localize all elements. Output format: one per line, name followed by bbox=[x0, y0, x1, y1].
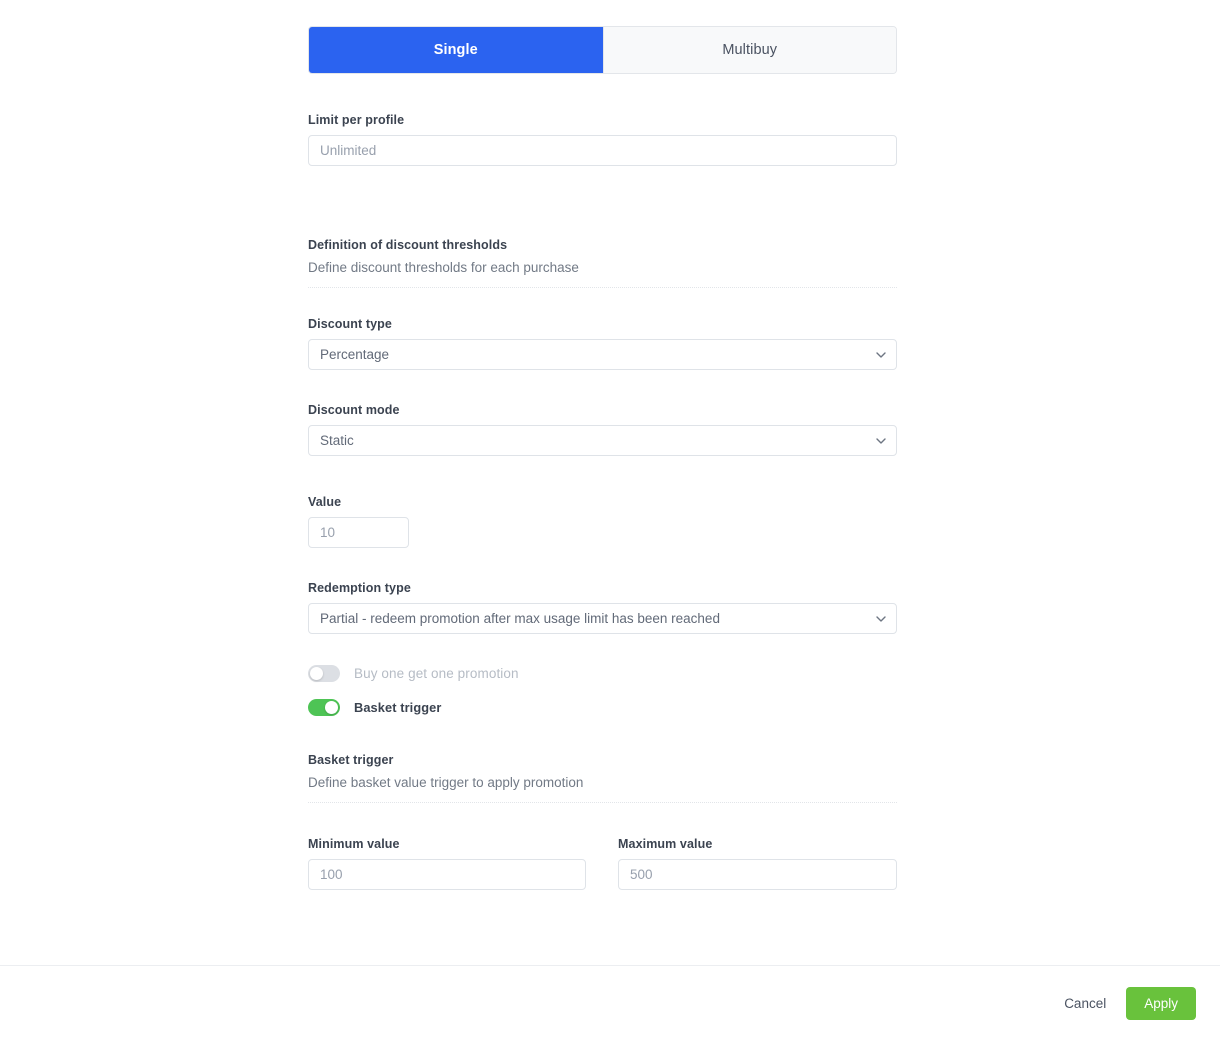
redemption-type-field: Redemption type Partial - redeem promoti… bbox=[308, 581, 897, 634]
bogo-toggle-row: Buy one get one promotion bbox=[308, 662, 519, 684]
redemption-type-label: Redemption type bbox=[308, 581, 411, 595]
section-divider bbox=[308, 287, 897, 288]
chevron-down-icon bbox=[876, 436, 886, 445]
discount-mode-label: Discount mode bbox=[308, 403, 400, 417]
footer-actions: Cancel Apply bbox=[0, 966, 1220, 1040]
maximum-value-input[interactable]: 500 bbox=[618, 859, 897, 890]
limit-per-profile-input[interactable]: Unlimited bbox=[308, 135, 897, 166]
basket-trigger-title: Basket trigger bbox=[308, 753, 394, 767]
basket-trigger-toggle-label: Basket trigger bbox=[354, 699, 442, 715]
discount-mode-field: Discount mode Static bbox=[308, 403, 897, 456]
minimum-value-field: Minimum value 100 bbox=[308, 837, 586, 890]
apply-button[interactable]: Apply bbox=[1126, 986, 1196, 1020]
redemption-type-value: Partial - redeem promotion after max usa… bbox=[320, 611, 720, 626]
maximum-value-label: Maximum value bbox=[618, 837, 713, 851]
section-divider bbox=[308, 802, 897, 803]
toggle-knob bbox=[310, 666, 323, 680]
bogo-toggle-label: Buy one get one promotion bbox=[354, 665, 519, 681]
discount-type-value: Percentage bbox=[320, 347, 390, 362]
tab-single[interactable]: Single bbox=[309, 27, 603, 73]
discount-mode-select[interactable]: Static bbox=[308, 425, 897, 456]
discount-thresholds-section: Definition of discount thresholds Define… bbox=[308, 238, 897, 288]
discount-type-select[interactable]: Percentage bbox=[308, 339, 897, 370]
tab-single-label: Single bbox=[433, 42, 478, 58]
discount-type-label: Discount type bbox=[308, 317, 392, 331]
minimum-value-input[interactable]: 100 bbox=[308, 859, 586, 890]
promotion-type-tabs: Single Multibuy bbox=[308, 26, 897, 74]
promotion-settings-panel: Single Multibuy Limit per profile Unlimi… bbox=[0, 0, 1220, 1040]
value-input[interactable]: 10 bbox=[308, 517, 409, 548]
limit-per-profile-label: Limit per profile bbox=[308, 113, 405, 127]
basket-trigger-subtitle: Define basket value trigger to apply pro… bbox=[308, 775, 584, 790]
chevron-down-icon bbox=[876, 350, 886, 359]
value-label: Value bbox=[308, 495, 342, 509]
basket-trigger-section: Basket trigger Define basket value trigg… bbox=[308, 753, 897, 803]
tab-multibuy[interactable]: Multibuy bbox=[602, 27, 896, 73]
discount-thresholds-subtitle: Define discount thresholds for each purc… bbox=[308, 260, 579, 275]
bogo-toggle-switch[interactable] bbox=[308, 664, 340, 682]
chevron-down-icon bbox=[876, 614, 886, 623]
tab-multibuy-label: Multibuy bbox=[722, 42, 778, 58]
maximum-value-field: Maximum value 500 bbox=[618, 837, 897, 890]
limit-per-profile-field: Limit per profile Unlimited bbox=[308, 113, 897, 166]
discount-mode-value: Static bbox=[320, 433, 354, 448]
toggle-knob bbox=[325, 700, 338, 714]
minimum-value-label: Minimum value bbox=[308, 837, 400, 851]
redemption-type-select[interactable]: Partial - redeem promotion after max usa… bbox=[308, 603, 897, 634]
basket-trigger-toggle-row: Basket trigger bbox=[308, 696, 441, 718]
basket-trigger-toggle-switch[interactable] bbox=[308, 698, 340, 716]
value-field: Value 10 bbox=[308, 495, 409, 548]
discount-type-field: Discount type Percentage bbox=[308, 317, 897, 370]
cancel-button[interactable]: Cancel bbox=[1050, 988, 1120, 1019]
discount-thresholds-title: Definition of discount thresholds bbox=[308, 238, 508, 252]
